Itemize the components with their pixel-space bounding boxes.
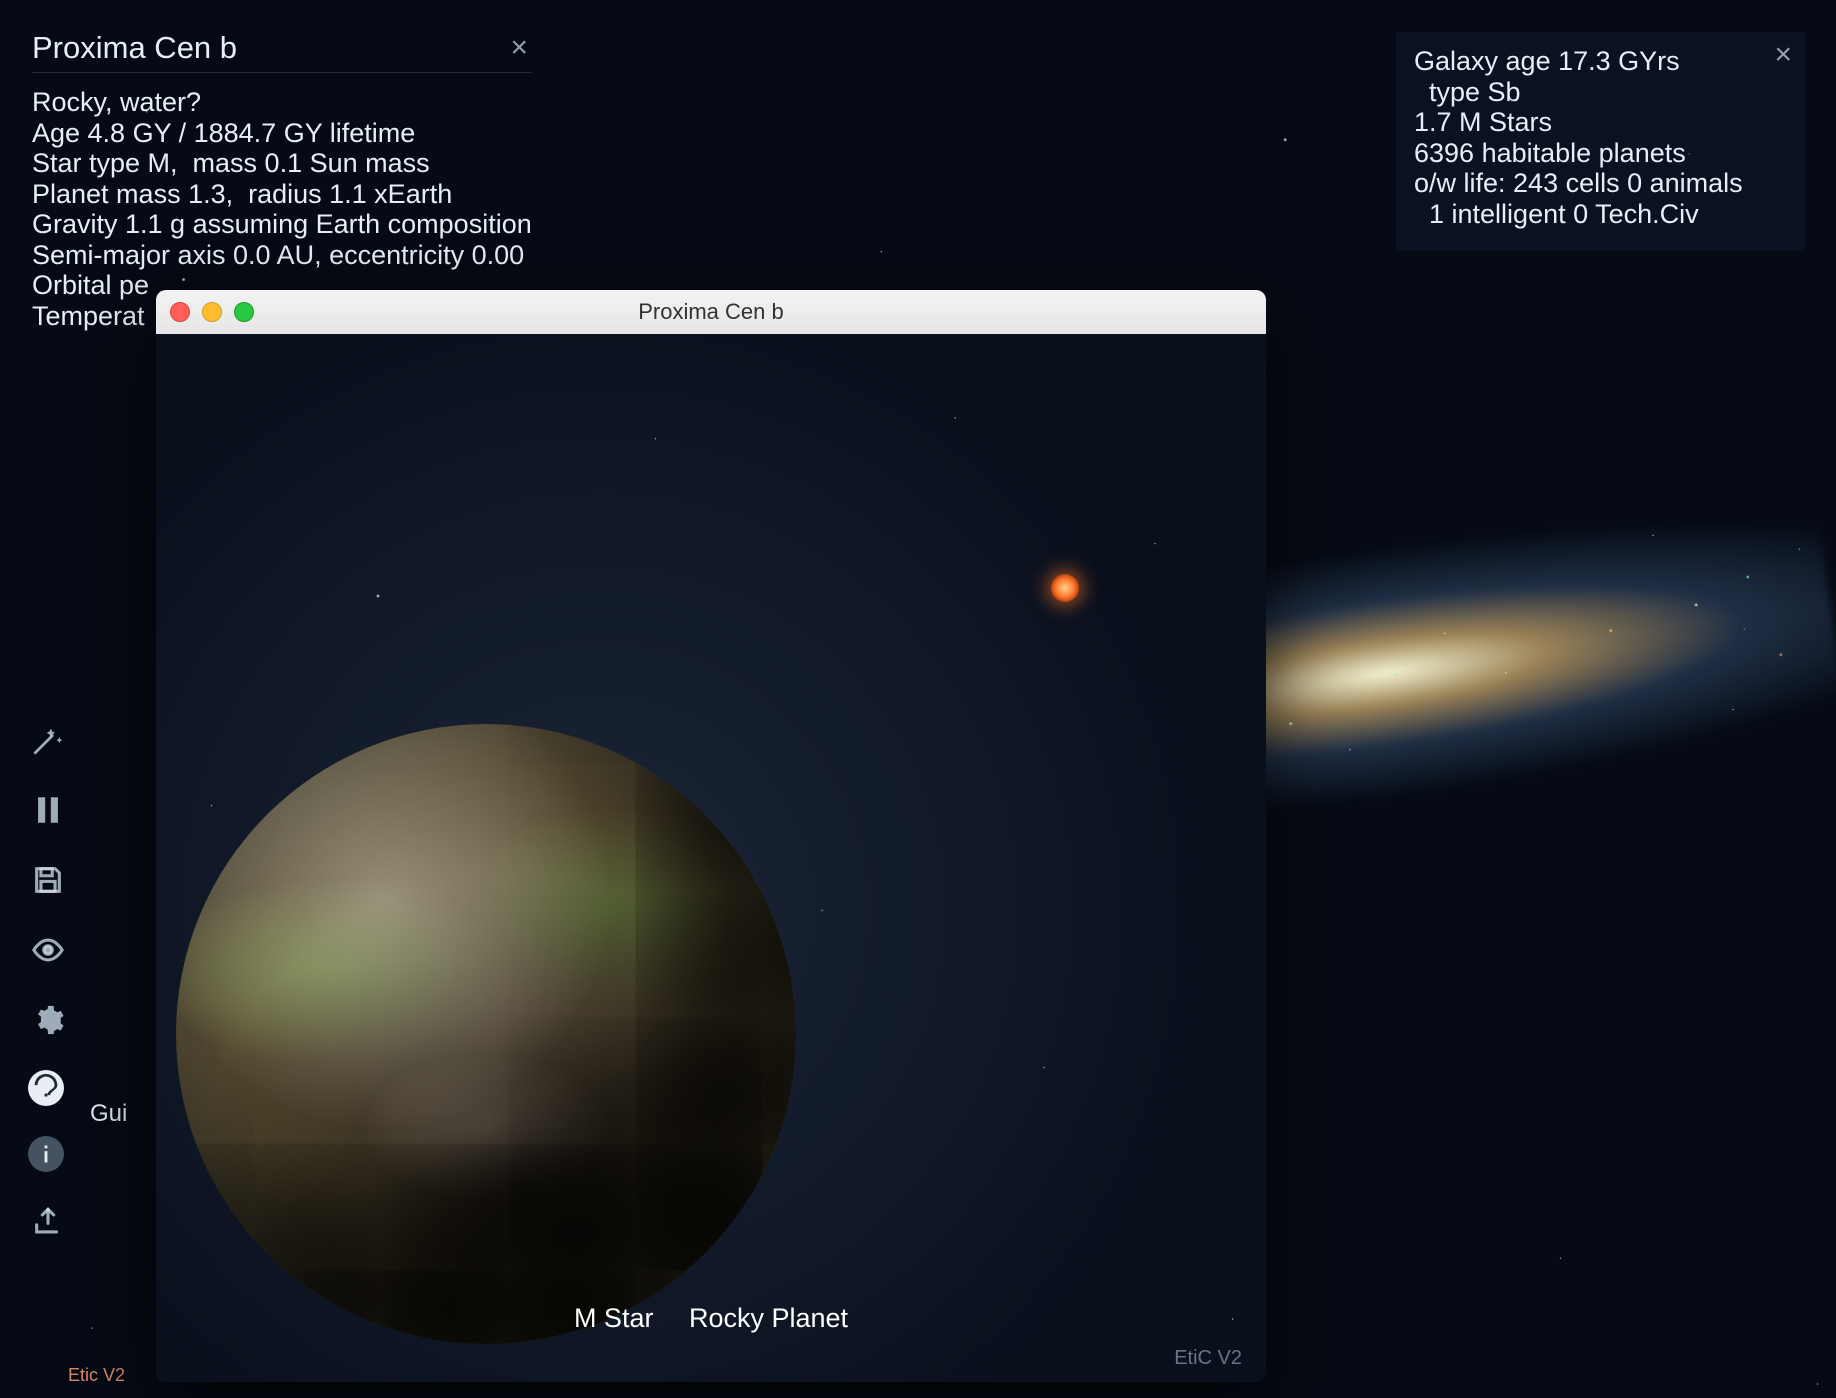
share-icon[interactable]	[28, 1202, 68, 1242]
detail-planet	[176, 724, 796, 1344]
detail-star-label: M Star	[574, 1303, 654, 1333]
planet-info-panel: Proxima Cen b × Rocky, water? Age 4.8 GY…	[32, 30, 532, 331]
galaxy-info-line: 6396 habitable planets	[1414, 138, 1788, 169]
galaxy-info: Galaxy age 17.3 GYrs type Sb 1.7 M Stars…	[1414, 46, 1788, 229]
magic-wand-icon[interactable]	[28, 720, 68, 760]
window-minimize-icon[interactable]	[202, 302, 222, 322]
detail-planet-label: Rocky Planet	[689, 1303, 848, 1333]
planet-info-line: Planet mass 1.3, radius 1.1 xEarth	[32, 179, 532, 210]
galaxy-info-line: 1.7 M Stars	[1414, 107, 1788, 138]
window-titlebar[interactable]: Proxima Cen b	[156, 290, 1266, 334]
close-icon[interactable]: ×	[506, 31, 532, 65]
window-close-icon[interactable]	[170, 302, 190, 322]
planet-info-line: Gravity 1.1 g assuming Earth composition	[32, 209, 532, 240]
galaxy-info-panel: × Galaxy age 17.3 GYrs type Sb 1.7 M Sta…	[1396, 32, 1806, 251]
eye-icon[interactable]	[28, 930, 68, 970]
planet-detail-window[interactable]: Proxima Cen b M Star Rocky Planet EtiC V…	[156, 290, 1266, 1382]
galaxy-info-line: o/w life: 243 cells 0 animals	[1414, 168, 1788, 199]
planet-info-line: Age 4.8 GY / 1884.7 GY lifetime	[32, 118, 532, 149]
app-version: Etic V2	[68, 1365, 125, 1386]
traffic-lights	[170, 302, 254, 322]
planet-info-line: Rocky, water?	[32, 87, 532, 118]
window-title: Proxima Cen b	[156, 299, 1266, 325]
detail-caption: M Star Rocky Planet	[156, 1303, 1266, 1334]
planet-info-line: Semi-major axis 0.0 AU, eccentricity 0.0…	[32, 240, 532, 271]
detail-star	[1051, 574, 1079, 602]
planet-title: Proxima Cen b	[32, 30, 506, 66]
detail-version: EtiC V2	[1174, 1347, 1242, 1370]
info-icon[interactable]	[28, 1136, 64, 1172]
galaxy-info-line: 1 intelligent 0 Tech.Civ	[1414, 199, 1788, 230]
help-tooltip: Gui	[90, 1100, 127, 1128]
planet-title-row: Proxima Cen b ×	[32, 30, 532, 73]
save-icon[interactable]	[28, 860, 68, 900]
window-zoom-icon[interactable]	[234, 302, 254, 322]
gear-icon[interactable]	[28, 1000, 68, 1040]
pause-icon[interactable]	[28, 790, 68, 830]
close-icon[interactable]: ×	[1770, 38, 1796, 72]
side-toolbar	[28, 720, 68, 1242]
galaxy-info-line: type Sb	[1414, 77, 1788, 108]
help-icon[interactable]	[28, 1070, 64, 1106]
planet-info-line: Star type M, mass 0.1 Sun mass	[32, 148, 532, 179]
galaxy-info-line: Galaxy age 17.3 GYrs	[1414, 46, 1788, 77]
planet-detail-viewport[interactable]: M Star Rocky Planet EtiC V2	[156, 334, 1266, 1382]
